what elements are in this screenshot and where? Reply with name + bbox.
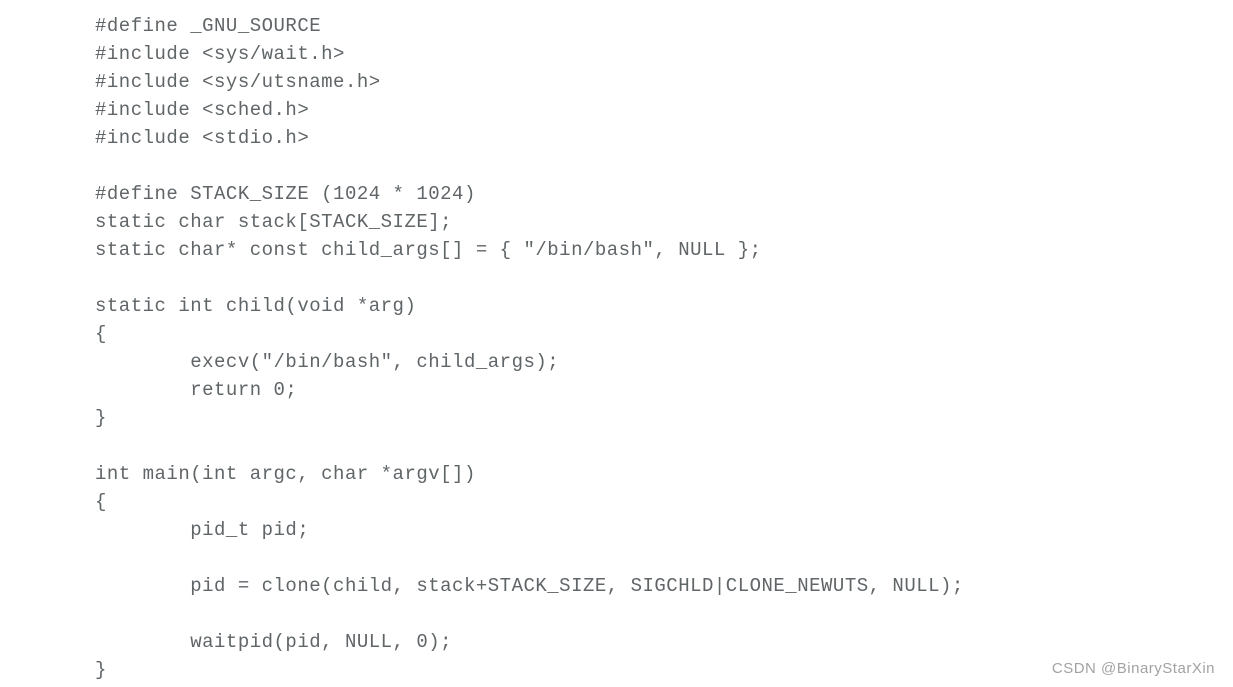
code-line — [95, 152, 1233, 180]
code-line — [95, 432, 1233, 460]
code-line: #define STACK_SIZE (1024 * 1024) — [95, 180, 1233, 208]
code-line: static int child(void *arg) — [95, 292, 1233, 320]
code-line: #include <sched.h> — [95, 96, 1233, 124]
code-line — [95, 544, 1233, 572]
code-line: return 0; — [95, 376, 1233, 404]
watermark-text: CSDN @BinaryStarXin — [1052, 660, 1215, 677]
code-line — [95, 600, 1233, 628]
code-line: waitpid(pid, NULL, 0); — [95, 628, 1233, 656]
code-line: { — [95, 320, 1233, 348]
code-line: } — [95, 404, 1233, 432]
code-block: #define _GNU_SOURCE#include <sys/wait.h>… — [95, 12, 1233, 684]
code-line: static char stack[STACK_SIZE]; — [95, 208, 1233, 236]
code-line: int main(int argc, char *argv[]) — [95, 460, 1233, 488]
code-line: pid_t pid; — [95, 516, 1233, 544]
code-line: execv("/bin/bash", child_args); — [95, 348, 1233, 376]
code-line: { — [95, 488, 1233, 516]
code-line: static char* const child_args[] = { "/bi… — [95, 236, 1233, 264]
code-line: pid = clone(child, stack+STACK_SIZE, SIG… — [95, 572, 1233, 600]
code-line: #include <sys/wait.h> — [95, 40, 1233, 68]
code-line — [95, 264, 1233, 292]
code-line: #define _GNU_SOURCE — [95, 12, 1233, 40]
code-line: #include <stdio.h> — [95, 124, 1233, 152]
code-line: #include <sys/utsname.h> — [95, 68, 1233, 96]
